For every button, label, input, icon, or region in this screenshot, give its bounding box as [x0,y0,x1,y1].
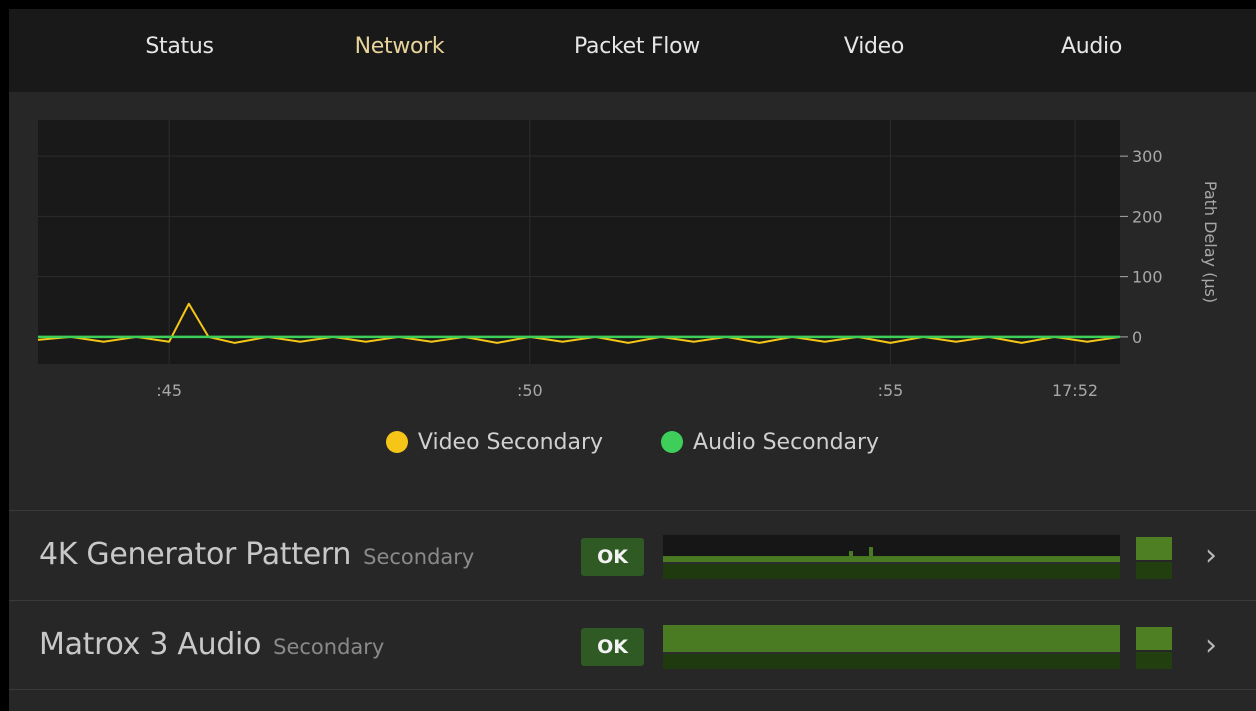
spark-fill [663,556,1120,562]
spark-spike [869,547,873,557]
tab-audio[interactable]: Audio [1024,9,1159,92]
stream-subtitle: Secondary [363,545,475,569]
chart-legend: Video Secondary Audio Secondary [9,427,1256,457]
legend-label-video: Video Secondary [417,429,604,455]
level-indicator [1136,627,1172,669]
tab-network[interactable]: Network [327,9,472,92]
y-tick-label: 200 [1132,207,1163,226]
stream-name: Matrox 3 Audio [39,627,262,662]
app: Status Network Packet Flow Video Audio :… [9,9,1256,711]
stream-title: Matrox 3 Audio Secondary [39,601,384,689]
divider [9,689,1256,690]
stream-name: 4K Generator Pattern [39,537,352,572]
legend-label-audio: Audio Secondary [693,429,880,455]
legend-dot-audio [661,431,684,453]
legend-dot-video [385,431,408,453]
bandwidth-sparkline [663,535,1120,579]
stream-title: 4K Generator Pattern Secondary [39,511,474,599]
x-tick-label: :55 [878,381,904,400]
tab-video[interactable]: Video [804,9,944,92]
status-badge: OK [581,538,644,576]
spark-baseline [663,654,1120,669]
x-tick-label: 17:52 [1052,381,1098,400]
bandwidth-sparkline [663,625,1120,669]
level-indicator [1136,537,1172,579]
y-tick-label: 300 [1132,147,1163,166]
legend-audio-secondary[interactable]: Audio Secondary [661,430,879,455]
chevron-right-icon[interactable]: › [1205,629,1217,663]
legend-video-secondary[interactable]: Video Secondary [385,429,604,455]
spark-fill [663,625,1120,652]
stream-row[interactable]: 4K Generator Pattern Secondary OK › [9,510,1256,599]
chevron-right-icon[interactable]: › [1205,539,1217,573]
spark-separator [663,652,1120,654]
path-delay-chart[interactable]: :45 :50 :55 17:52 300 200 100 0 Path Delay (µs) [9,92,1256,422]
x-tick-label: :45 [156,381,182,400]
tab-packet-flow[interactable]: Packet Flow [557,9,717,92]
spark-separator [663,562,1120,564]
y-axis-label: Path Delay (µs) [1201,181,1220,303]
tab-bar: Status Network Packet Flow Video Audio [9,9,1256,92]
y-tick-label: 0 [1132,328,1142,347]
spark-baseline [663,564,1120,579]
path-delay-chart-panel: :45:50:55 17:52 300 200 100 0 Path Delay (µs) … [9,92,1256,510]
tab-status[interactable]: Status [107,9,252,92]
x-tick-label: :50 [517,381,543,400]
status-badge: OK [581,628,644,666]
stream-subtitle: Secondary [273,635,385,659]
y-tick-label: 100 [1132,268,1163,287]
stream-row[interactable]: Matrox 3 Audio Secondary OK › [9,600,1256,689]
spark-spike [849,551,853,557]
